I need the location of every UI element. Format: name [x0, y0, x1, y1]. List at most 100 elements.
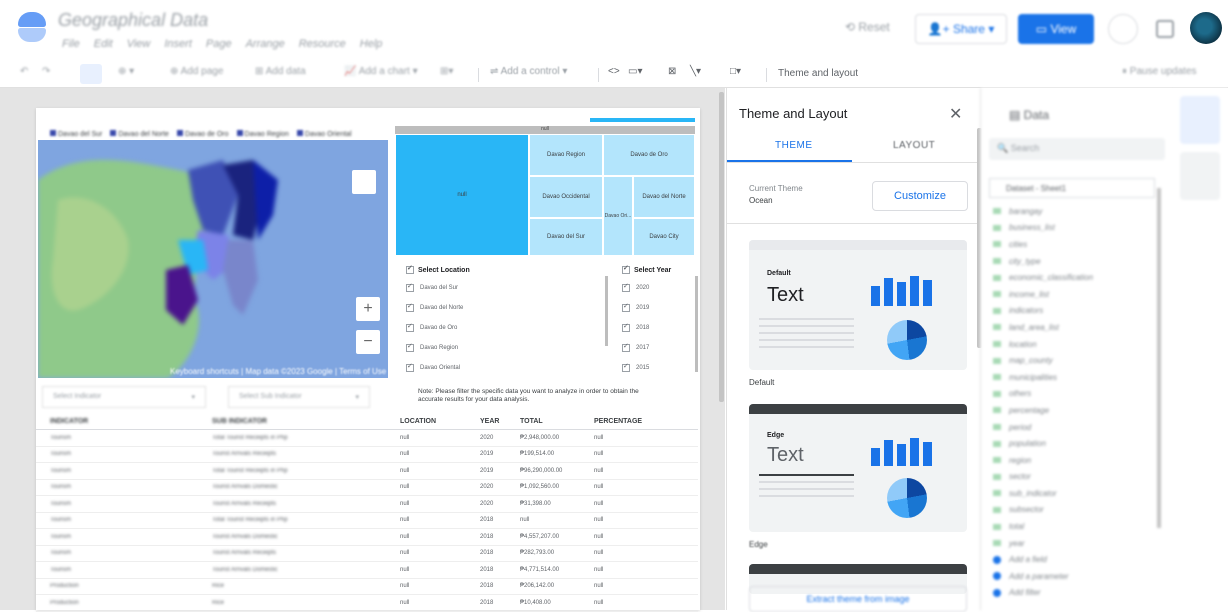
table-row[interactable]: Tourism Tourist Arrivals Domestic null 2018…	[36, 529, 698, 546]
field-item[interactable]: income_list	[993, 286, 1093, 303]
year-option[interactable]: 2018	[622, 318, 671, 338]
checkbox-icon[interactable]	[406, 302, 414, 312]
checkbox-icon[interactable]	[622, 282, 630, 292]
zoom-in-button[interactable]: +	[356, 297, 380, 321]
field-item[interactable]: percentage	[993, 402, 1093, 419]
theme-card-default[interactable]: Default Text	[749, 240, 967, 370]
table-row[interactable]: Tourism Tourist Arrivals Receipts null 2019…	[36, 447, 698, 463]
treemap-cell[interactable]: Davao Occidental	[529, 176, 603, 218]
location-option[interactable]: Davao de Oro	[406, 318, 470, 338]
report-title[interactable]: Geographical Data	[58, 10, 208, 31]
menu-page[interactable]: Page	[206, 38, 232, 50]
table-row[interactable]: Tourism Tourist Arrivals Receipts null 2020…	[36, 496, 698, 513]
fullscreen-icon[interactable]	[352, 170, 376, 194]
checkbox-icon[interactable]	[622, 302, 630, 312]
field-item[interactable]: sector	[993, 469, 1093, 486]
treemap-cell[interactable]: null	[395, 134, 529, 256]
checkbox-icon[interactable]	[406, 362, 414, 372]
menu-arrange[interactable]: Arrange	[246, 38, 285, 50]
field-item[interactable]: Add a parameter	[993, 568, 1093, 585]
field-item[interactable]: others	[993, 386, 1093, 403]
menu-insert[interactable]: Insert	[164, 38, 192, 50]
location-filter-scrollbar[interactable]	[605, 276, 608, 346]
embed-code-icon[interactable]: <>	[608, 66, 620, 77]
field-item[interactable]: location	[993, 336, 1093, 353]
reset-button[interactable]: ⟲ Reset	[845, 20, 890, 34]
community-viz-icon[interactable]: ⊞▾	[440, 66, 453, 77]
add-data-button[interactable]: ⊞ Add data	[255, 66, 306, 77]
field-item[interactable]: sub_indicator	[993, 485, 1093, 502]
tab-theme[interactable]: THEME	[775, 140, 813, 151]
data-source-item[interactable]: Dataset - Sheet1	[989, 178, 1155, 198]
page-nav-icon[interactable]: ⊕ ▾	[118, 66, 134, 77]
image-icon[interactable]: ▭▾	[628, 66, 642, 77]
pause-updates-button[interactable]: ⏸ Pause updates	[1122, 66, 1197, 77]
field-item[interactable]: year	[993, 535, 1093, 552]
table-row[interactable]: Production Rice null 2018 ₱206,142.00 null	[36, 579, 698, 595]
field-item[interactable]: municipalities	[993, 369, 1093, 386]
properties-rail-icon[interactable]	[1180, 152, 1220, 200]
treemap-cell[interactable]: Davao City	[633, 218, 695, 256]
field-item[interactable]: Add a field	[993, 551, 1093, 568]
apps-icon[interactable]	[1156, 20, 1174, 38]
year-option[interactable]: 2017	[622, 338, 671, 358]
add-page-button[interactable]: ⊕ Add page	[170, 66, 223, 77]
field-item[interactable]: population	[993, 435, 1093, 452]
col-location[interactable]: LOCATION	[400, 418, 480, 425]
year-option[interactable]: 2020	[622, 278, 671, 298]
field-item[interactable]: map_county	[993, 352, 1093, 369]
indicator-dropdown[interactable]: Select Indicator ▾	[42, 386, 206, 408]
menu-edit[interactable]: Edit	[94, 38, 113, 50]
sub-indicator-dropdown[interactable]: Select Sub Indicator ▾	[228, 386, 370, 408]
table-row[interactable]: Tourism Tourist Arrivals Receipts null 2018…	[36, 546, 698, 562]
table-row[interactable]: Tourism Tourist Arrivals Domestic null 2020…	[36, 480, 698, 496]
checkbox-icon[interactable]	[622, 342, 630, 352]
field-item[interactable]: subsector	[993, 502, 1093, 519]
shape-icon[interactable]: □▾	[730, 66, 741, 77]
theme-card-edge[interactable]: Edge Text	[749, 404, 967, 532]
col-total[interactable]: TOTAL	[520, 418, 594, 425]
checkbox-icon[interactable]	[622, 264, 630, 274]
field-item[interactable]: total	[993, 518, 1093, 535]
view-button[interactable]: ▭ View	[1018, 14, 1094, 44]
treemap-cell[interactable]: Davao del Norte	[633, 176, 695, 218]
field-item[interactable]: indicators	[993, 303, 1093, 320]
field-item[interactable]: region	[993, 452, 1093, 469]
table-row[interactable]: Production Rice null 2018 ₱10,408.00 null	[36, 595, 698, 612]
field-search-input[interactable]: 🔍 Search	[989, 138, 1165, 160]
menu-help[interactable]: Help	[360, 38, 383, 50]
location-option[interactable]: Davao Region	[406, 338, 470, 358]
table-row[interactable]: Tourism Tourist Arrivals Domestic null 2018…	[36, 562, 698, 579]
location-option[interactable]: Davao Oriental	[406, 358, 470, 378]
table-row[interactable]: Tourism Total Tourist Receipts in Php null…	[36, 513, 698, 529]
checkbox-icon[interactable]	[406, 322, 414, 332]
year-filter-header[interactable]: Select Year	[622, 262, 671, 278]
line-icon[interactable]: ╲▾	[690, 66, 701, 77]
treemap-cell[interactable]: Davao de Oro	[603, 134, 695, 176]
menu-resource[interactable]: Resource	[299, 38, 346, 50]
field-item[interactable]: business_list	[993, 220, 1093, 237]
location-option[interactable]: Davao del Norte	[406, 298, 470, 318]
menu-file[interactable]: File	[62, 38, 80, 50]
field-item[interactable]: barangay	[993, 203, 1093, 220]
text-box-icon[interactable]: ⊠	[668, 66, 676, 77]
col-sub-indicator[interactable]: SUB INDICATOR	[212, 418, 400, 425]
treemap-chart[interactable]: null null Davao Region Davao de Oro Dava…	[395, 126, 695, 256]
close-icon[interactable]: ✕	[949, 104, 962, 124]
field-item[interactable]: land_area_list	[993, 319, 1093, 336]
checkbox-icon[interactable]	[406, 264, 414, 274]
field-item[interactable]: period	[993, 419, 1093, 436]
location-option[interactable]: Davao del Sur	[406, 278, 470, 298]
more-options-icon[interactable]	[1108, 14, 1138, 44]
year-option[interactable]: 2019	[622, 298, 671, 318]
checkbox-icon[interactable]	[406, 282, 414, 292]
geo-map[interactable]	[38, 140, 388, 378]
menu-view[interactable]: View	[127, 38, 151, 50]
extract-theme-button[interactable]: Extract theme from image	[749, 586, 967, 612]
zoom-out-button[interactable]: −	[356, 330, 380, 354]
map-attribution[interactable]: Keyboard shortcuts | Map data ©2023 Goog…	[170, 367, 386, 376]
field-item[interactable]: cities	[993, 236, 1093, 253]
checkbox-icon[interactable]	[622, 322, 630, 332]
data-panel-scrollbar[interactable]	[1157, 188, 1161, 528]
redo-icon[interactable]: ↷	[42, 66, 50, 77]
